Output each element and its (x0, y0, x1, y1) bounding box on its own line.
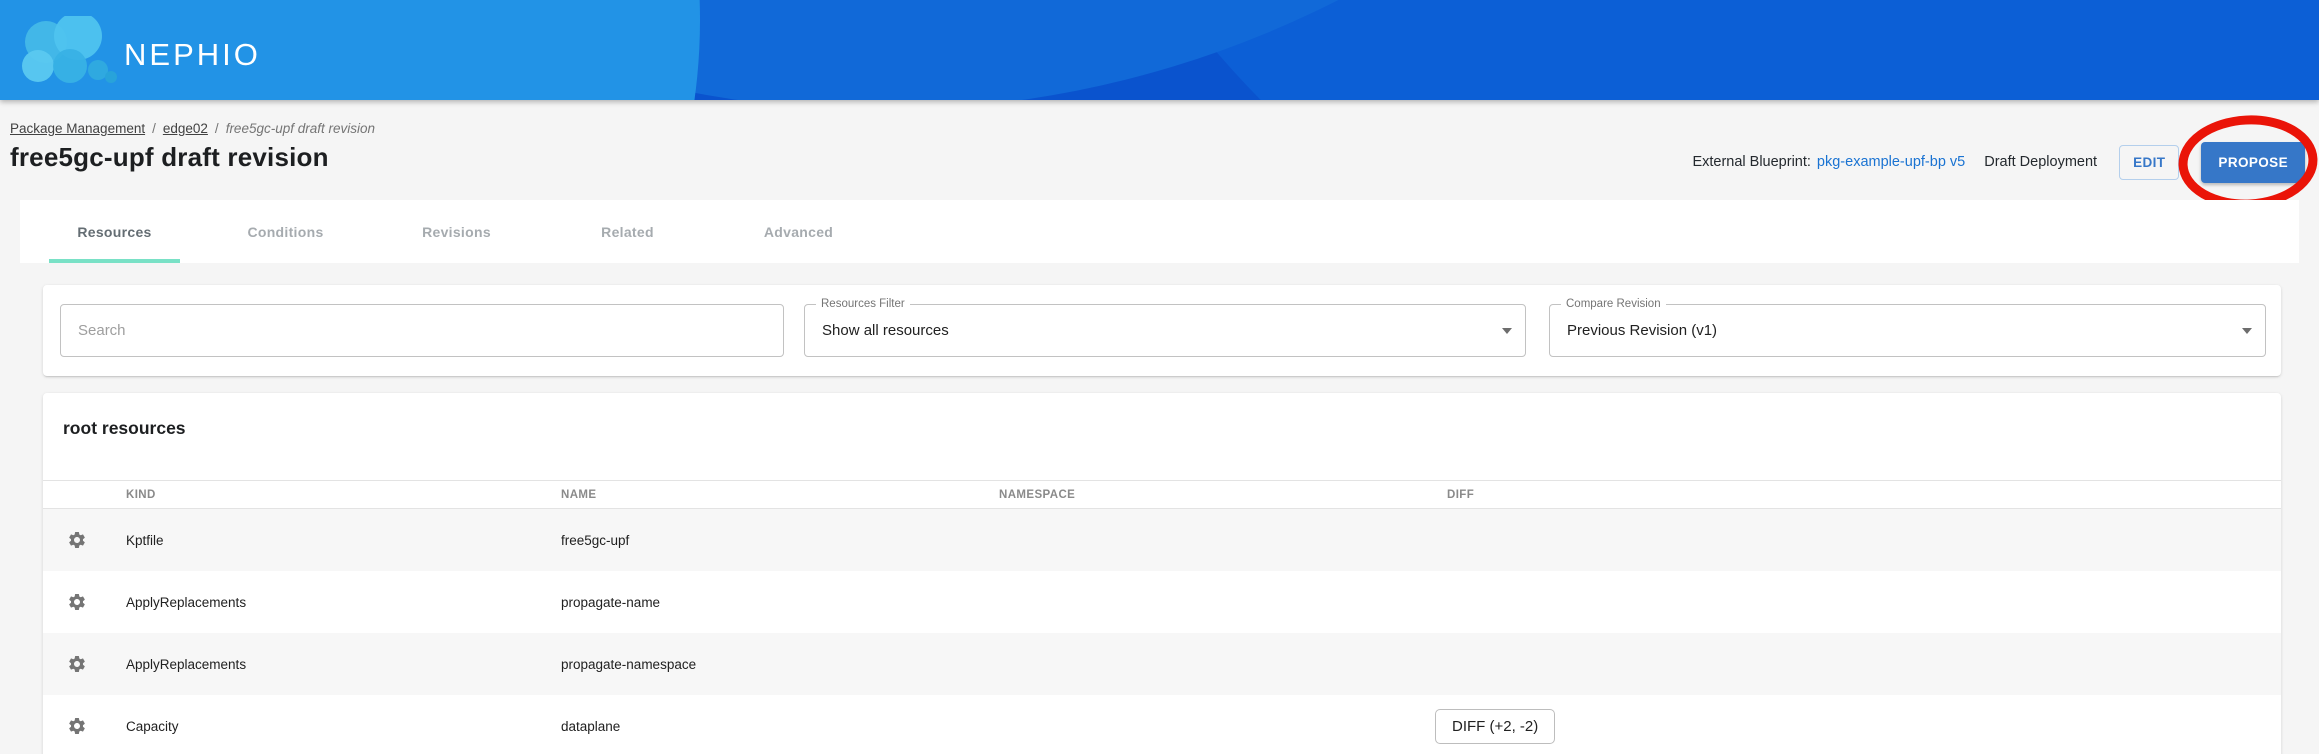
cell-name: free5gc-upf (561, 533, 999, 548)
gear-icon[interactable] (67, 592, 87, 612)
propose-button[interactable]: PROPOSE (2201, 142, 2305, 183)
tab-label: Related (601, 224, 654, 240)
tab-label: Revisions (422, 224, 491, 240)
filters-card: Resources Filter Show all resources Comp… (43, 285, 2281, 376)
external-blueprint-link[interactable]: pkg-example-upf-bp v5 (1817, 154, 1965, 170)
tab-resources[interactable]: Resources (49, 200, 180, 263)
section-title: root resources (43, 393, 2281, 480)
gear-icon[interactable] (67, 654, 87, 674)
external-blueprint-label: External Blueprint: (1692, 154, 1810, 170)
column-header-diff: DIFF (1447, 489, 2281, 501)
deployment-status: Draft Deployment (1984, 154, 2097, 170)
cell-kind: ApplyReplacements (126, 595, 561, 610)
table-header-row: KIND NAME NAMESPACE DIFF (43, 480, 2281, 509)
cell-name: dataplane (561, 719, 999, 734)
gear-icon[interactable] (67, 530, 87, 550)
table-row[interactable]: ApplyReplacements propagate-namespace (43, 633, 2281, 695)
column-header-name: NAME (561, 489, 999, 501)
breadcrumb-current: free5gc-upf draft revision (226, 121, 375, 136)
tab-related[interactable]: Related (562, 200, 693, 263)
compare-revision-select[interactable]: Compare Revision Previous Revision (v1) (1549, 304, 2266, 357)
tab-conditions[interactable]: Conditions (220, 200, 351, 263)
tab-label: Conditions (247, 224, 323, 240)
cell-name: propagate-namespace (561, 657, 999, 672)
header-actions: External Blueprint: pkg-example-upf-bp v… (1692, 139, 2305, 185)
tab-label: Resources (77, 224, 151, 240)
nephio-wordmark: NEPHIO (124, 37, 261, 73)
app-header: NEPHIO (0, 0, 2319, 100)
tab-label: Advanced (764, 224, 833, 240)
resources-filter-label: Resources Filter (816, 297, 910, 311)
column-header-kind: KIND (126, 489, 561, 501)
header-background (0, 0, 2319, 100)
cell-kind: Kptfile (126, 533, 561, 548)
table-row[interactable]: Kptfile free5gc-upf (43, 509, 2281, 571)
resources-filter-select[interactable]: Resources Filter Show all resources (804, 304, 1526, 357)
table-row[interactable]: Capacity dataplane DIFF (+2, -2) (43, 695, 2281, 754)
search-input[interactable] (60, 304, 784, 357)
root-resources-card: root resources KIND NAME NAMESPACE DIFF … (43, 393, 2281, 754)
cell-kind: ApplyReplacements (126, 657, 561, 672)
gear-icon[interactable] (67, 716, 87, 736)
tab-revisions[interactable]: Revisions (391, 200, 522, 263)
breadcrumb-link-package-management[interactable]: Package Management (10, 121, 145, 136)
resources-filter-value: Show all resources (805, 305, 1525, 356)
breadcrumb-separator: / (152, 121, 156, 136)
nephio-logo-icon (20, 16, 118, 84)
chevron-down-icon (1502, 328, 1512, 334)
page-title: free5gc-upf draft revision (10, 142, 329, 173)
compare-revision-value: Previous Revision (v1) (1550, 305, 2265, 356)
cell-name: propagate-name (561, 595, 999, 610)
tab-advanced[interactable]: Advanced (733, 200, 864, 263)
nephio-package-page: NEPHIO Package Management / edge02 / free5gc… (0, 0, 2319, 754)
tab-bar: Resources Conditions Revisions Related A… (20, 200, 2299, 263)
active-tab-indicator (49, 259, 180, 263)
breadcrumb: Package Management / edge02 / free5gc-upf dr… (10, 121, 375, 136)
table-row[interactable]: ApplyReplacements propagate-name (43, 571, 2281, 633)
breadcrumb-separator: / (215, 121, 219, 136)
cell-kind: Capacity (126, 719, 561, 734)
edit-button[interactable]: EDIT (2119, 145, 2179, 180)
compare-revision-label: Compare Revision (1561, 297, 1666, 311)
chevron-down-icon (2242, 328, 2252, 334)
nephio-logo[interactable]: NEPHIO (20, 16, 261, 84)
diff-button[interactable]: DIFF (+2, -2) (1435, 709, 1555, 744)
column-header-namespace: NAMESPACE (999, 489, 1447, 501)
breadcrumb-link-edge02[interactable]: edge02 (163, 121, 208, 136)
